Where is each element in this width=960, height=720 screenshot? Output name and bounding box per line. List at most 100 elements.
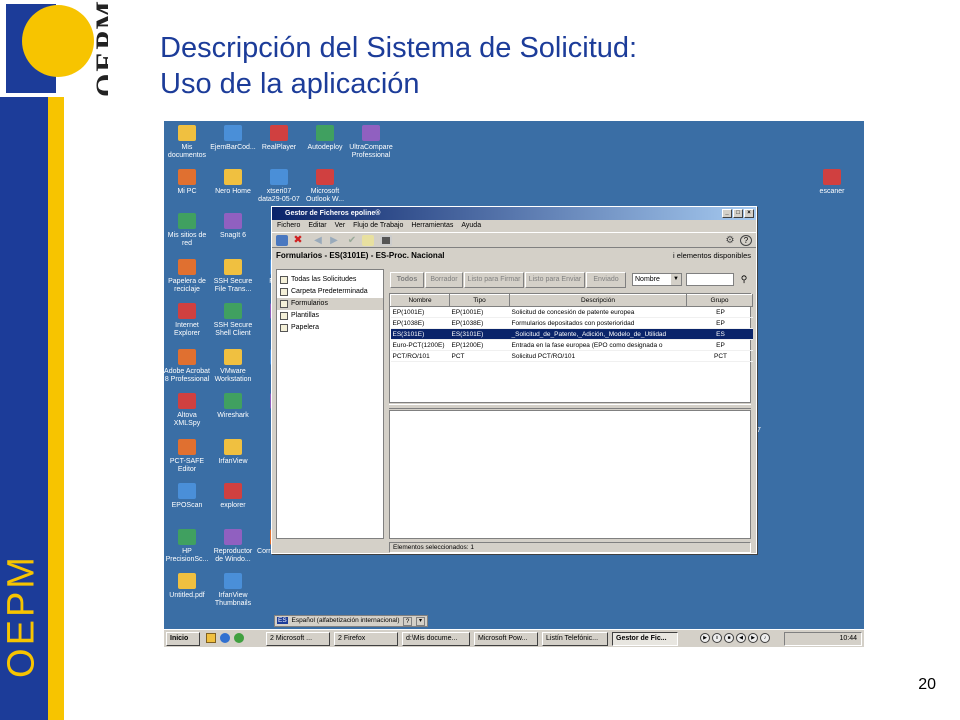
help-icon[interactable]: ? [740,235,752,246]
desktop-icon-item[interactable]: SSH Secure File Trans... [210,259,256,294]
taskbar-button-powerpoint[interactable]: Microsoft Pow... [474,632,538,646]
minimize-button[interactable]: _ [722,209,732,218]
desktop-icon-item[interactable]: Papelera de reciclaje [164,259,210,294]
taskbar-button-gestor[interactable]: Gestor de Fic... [612,632,678,646]
desktop-icon-label: Papelera de reciclaje [168,278,206,293]
search-input[interactable] [686,273,734,286]
desktop-icon-item[interactable]: EPOScan [164,483,210,510]
check-icon[interactable]: ✔ [346,235,358,246]
menu-editar[interactable]: Editar [308,220,326,232]
tree-item-plantillas[interactable]: Plantillas [277,310,383,322]
column-header-nombre[interactable]: Nombre [390,294,450,307]
tree-item-todas[interactable]: Todas las Solicitudes [277,274,383,286]
sort-select[interactable]: Nombre ▼ [632,273,682,286]
gear-icon[interactable]: ⚙ [724,235,736,246]
desktop-icon-item[interactable]: Nero Home [210,169,256,196]
clock[interactable]: 10:44 [839,635,857,642]
desktop-icon-item[interactable]: xtseri07 data29-05-07 [256,169,302,204]
table-row[interactable]: Euro-PCT(1200E) EP(1200E) Entrada en la … [390,339,753,351]
media-prev-icon[interactable]: ◀ [736,633,746,643]
menu-herramientas[interactable]: Herramientas [411,220,453,232]
desktop-icon-item[interactable]: Adobe Acrobat 8 Professional [164,349,210,384]
taskbar-button-firefox[interactable]: 2 Firefox [334,632,398,646]
pane-splitter[interactable] [389,404,751,409]
menu-flujo-de-trabajo[interactable]: Flujo de Trabajo [353,220,403,232]
desktop-icon-item[interactable]: EjemBarCod... [210,125,256,152]
media-next-icon[interactable]: ▶ [748,633,758,643]
desktop-icon-item[interactable]: Microsoft Outlook W... [302,169,348,204]
back-arrow-icon[interactable]: ◀ [312,235,324,246]
desktop-icon-item[interactable]: Altova XMLSpy [164,393,210,428]
desktop-icon-item[interactable]: IrfanView [210,439,256,466]
quicklaunch-icon[interactable] [234,633,244,643]
search-icon[interactable]: ⚲ [738,273,750,286]
desktop-icon-item[interactable]: Wireshark [210,393,256,420]
taskbar-button-listin[interactable]: Listín Telefónic... [542,632,608,646]
media-stop-icon[interactable]: ■ [724,633,734,643]
maximize-button[interactable]: □ [733,209,743,218]
desktop-icon-item[interactable]: Untitled.pdf [164,573,210,600]
help-icon[interactable]: ? [403,617,412,626]
desktop-icon-item[interactable]: Mis documentos [164,125,210,160]
file-manager-window[interactable]: Gestor de Ficheros epoline® _ □ × Ficher… [271,206,757,554]
desktop-icon-item[interactable]: Autodeploy [302,125,348,152]
column-header-descripcion[interactable]: Descripción [509,294,687,307]
table-row[interactable]: PCT/RO/101 PCT Solicitud PCT/RO/101 PCT [390,350,753,362]
column-header-tipo[interactable]: Tipo [449,294,510,307]
chevron-down-icon[interactable]: ▾ [416,617,425,626]
desktop-icon-label: EjemBarCod... [210,144,256,151]
new-icon[interactable] [276,235,288,246]
menu-fichero[interactable]: Fichero [277,220,300,232]
tree-item-carpeta[interactable]: Carpeta Predeterminada [277,286,383,298]
desktop-icon-item[interactable]: explorer [210,483,256,510]
desktop-icon-item[interactable]: UltraCompare Professional [348,125,394,160]
desktop-icon-item[interactable]: Reproductor de Windo... [210,529,256,564]
desktop-icon-item[interactable]: SSH Secure Shell Client [210,303,256,338]
filter-tab-listo-enviar[interactable]: Listo para Enviar [525,272,585,288]
table-row[interactable]: EP(1038E) EP(1038E) Formularios deposita… [390,317,753,329]
desktop-icon-item[interactable]: Mis sitios de red [164,213,210,248]
language-bar[interactable]: ES Español (alfabetización internacional… [274,615,428,627]
table-row[interactable]: EP(1001E) EP(1001E) Solicitud de concesi… [390,306,753,318]
media-pause-icon[interactable]: ॥ [712,633,722,643]
filter-tab-listo-firmar[interactable]: Listo para Firmar [464,272,524,288]
filter-tab-todos[interactable]: Todos [390,272,424,288]
delete-icon[interactable]: ✖ [292,235,304,246]
media-play-icon[interactable]: ▶ [700,633,710,643]
sign-icon[interactable] [362,235,374,246]
menu-ayuda[interactable]: Ayuda [461,220,481,232]
desktop-icon-item[interactable]: Mi PC [164,169,210,196]
filter-tab-borrador[interactable]: Borrador [425,272,463,288]
pct-safe-icon [178,439,196,455]
media-volume-icon[interactable]: ♪ [760,633,770,643]
cell-nombre: EP(1038E) [390,317,450,329]
desktop-icon-item[interactable]: RealPlayer [256,125,302,152]
tree-item-formularios[interactable]: Formularios [277,298,383,310]
desktop-icon-label: escaner [819,188,845,195]
internet-explorer-icon[interactable] [220,633,230,643]
computer-icon [178,169,196,185]
filter-tab-enviado[interactable]: Enviado [586,272,626,288]
desktop-icon-item[interactable]: PCT-SAFE Editor [164,439,210,474]
document-icon [224,125,242,141]
menu-ver[interactable]: Ver [335,220,346,232]
column-header-grupo[interactable]: Grupo [686,294,753,307]
table-row-selected[interactable]: ES(3101E) ES(3101E) _Solicitud_de_Patent… [390,328,753,340]
taskbar-button-microsoft[interactable]: 2 Microsoft ... [266,632,330,646]
taskbar-button-mis-documentos[interactable]: d:\Mis docume... [402,632,470,646]
desktop-icon-item[interactable]: escaner [809,169,855,196]
desktop-icon-label: Reproductor de Windo... [213,548,253,563]
desktop-icon-item[interactable]: VMware Workstation [210,349,256,384]
desktop-icon-item[interactable]: Internet Explorer [164,303,210,338]
desktop-icon-item[interactable]: SnagIt 6 [210,213,256,240]
close-button[interactable]: × [744,209,754,218]
terminal-icon[interactable] [380,235,392,246]
desktop-icon[interactable] [206,633,216,643]
desktop-icon-item[interactable]: HP PrecisionSc... [164,529,210,564]
start-button[interactable]: Inicio [166,632,200,646]
folder-icon [316,125,334,141]
tree-item-papelera[interactable]: Papelera [277,322,383,334]
forward-arrow-icon[interactable]: ▶ [328,235,340,246]
desktop-icon-item[interactable]: IrfanView Thumbnails [210,573,256,608]
window-title-bar[interactable]: Gestor de Ficheros epoline® _ □ × [272,207,756,220]
